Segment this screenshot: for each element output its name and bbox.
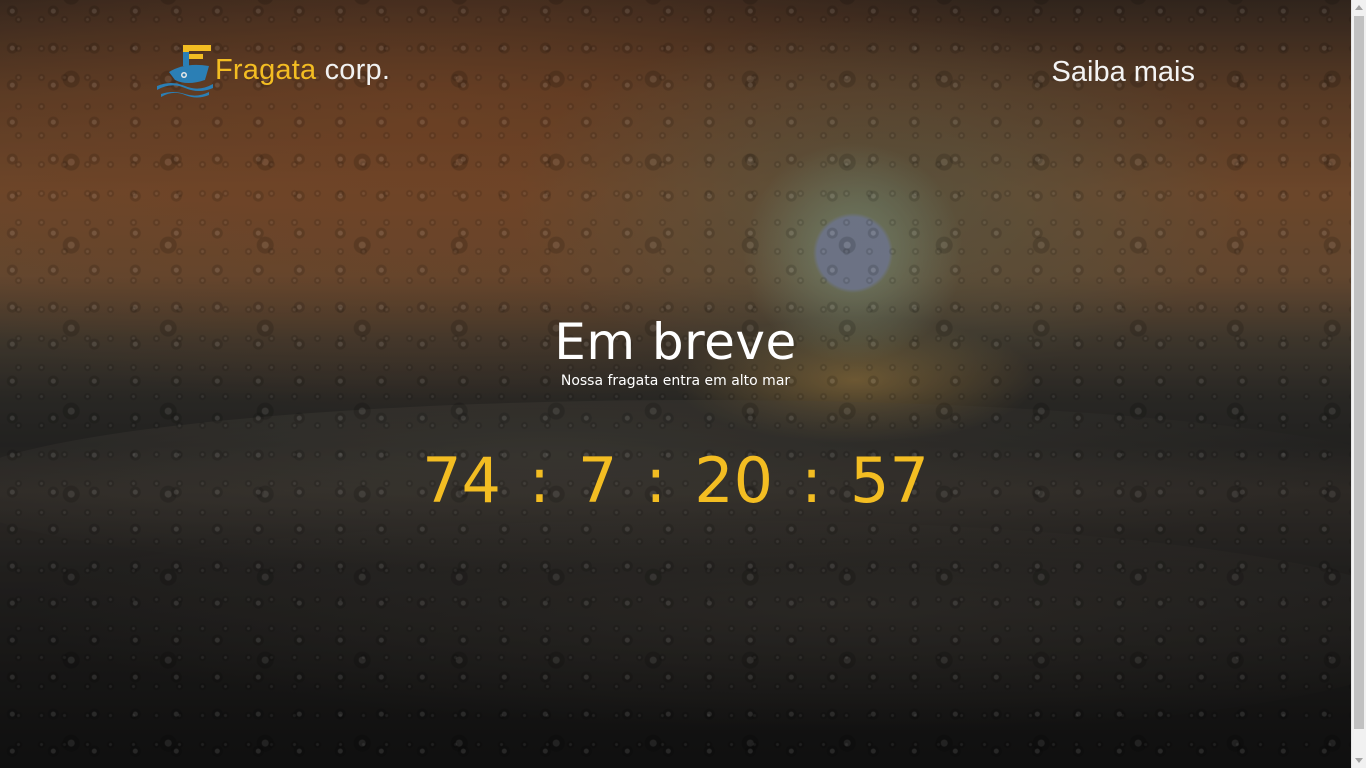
scroll-down-arrow-icon[interactable] xyxy=(1355,758,1363,763)
scroll-up-arrow-icon[interactable] xyxy=(1355,5,1363,10)
page: Fragata corp. Saiba mais Em breve Nossa … xyxy=(0,0,1366,768)
countdown-separator: : xyxy=(528,444,550,517)
hero-subtitle: Nossa fragata entra em alto mar xyxy=(560,373,791,389)
countdown-seconds: 57 xyxy=(850,444,929,517)
brand-name-primary: Fragata xyxy=(215,54,317,86)
saiba-mais-link[interactable]: Saiba mais xyxy=(1052,58,1195,87)
countdown-minutes: 20 xyxy=(694,444,774,517)
brand-name-suffix: corp. xyxy=(316,54,391,86)
countdown-timer: 74 : 7 : 20 : 57 xyxy=(0,446,1351,516)
countdown-days: 74 xyxy=(422,444,501,517)
brand-logo[interactable]: Fragata corp. xyxy=(155,42,390,102)
vertical-scrollbar[interactable] xyxy=(1351,0,1366,768)
countdown-hours: 7 xyxy=(577,444,618,517)
countdown-separator: : xyxy=(801,444,823,517)
hero: Em breve Nossa fragata entra em alto mar xyxy=(0,314,1351,390)
scrollbar-thumb[interactable] xyxy=(1354,16,1364,729)
countdown-separator: : xyxy=(645,444,667,517)
boat-icon xyxy=(157,45,213,98)
hero-title: Em breve xyxy=(554,313,797,371)
brand-name: Fragata corp. xyxy=(215,56,390,85)
